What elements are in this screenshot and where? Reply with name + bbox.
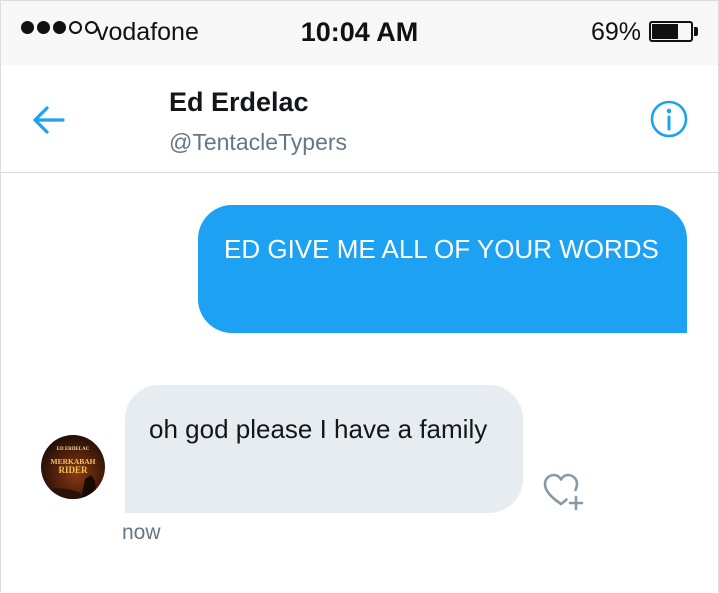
contact-handle[interactable]: @TentacleTypers — [169, 129, 347, 156]
avatar-author-text: ED ERDELAC — [57, 447, 90, 452]
conversation-header: Ed Erdelac @TentacleTypers — [1, 65, 718, 173]
battery-level — [652, 24, 678, 39]
phone-screen: vodafone 10:04 AM 69% Ed Erdelac @Tentac… — [0, 0, 719, 592]
like-message-button[interactable] — [541, 471, 587, 511]
avatar[interactable]: ED ERDELAC MERKABAH RIDER — [41, 435, 105, 499]
back-button[interactable] — [29, 103, 69, 137]
book-cover-avatar-image: ED ERDELAC MERKABAH RIDER — [41, 447, 97, 499]
info-icon — [650, 100, 688, 138]
contact-name[interactable]: Ed Erdelac — [169, 87, 309, 118]
received-message-bubble[interactable]: oh god please I have a family — [125, 385, 523, 513]
avatar-title-line-2: RIDER — [58, 465, 88, 475]
arrow-left-icon — [33, 106, 65, 134]
sent-message-bubble[interactable]: ED GIVE ME ALL OF YOUR WORDS — [198, 205, 687, 333]
message-thread: ED GIVE ME ALL OF YOUR WORDS ED ERDELAC … — [1, 173, 718, 592]
info-button[interactable] — [649, 99, 689, 139]
status-bar: vodafone 10:04 AM 69% — [1, 1, 718, 65]
battery-icon — [649, 21, 693, 42]
battery-cap — [694, 27, 698, 36]
battery-percentage: 69% — [591, 18, 642, 46]
message-timestamp: now — [122, 521, 161, 544]
heart-plus-icon — [543, 473, 584, 511]
